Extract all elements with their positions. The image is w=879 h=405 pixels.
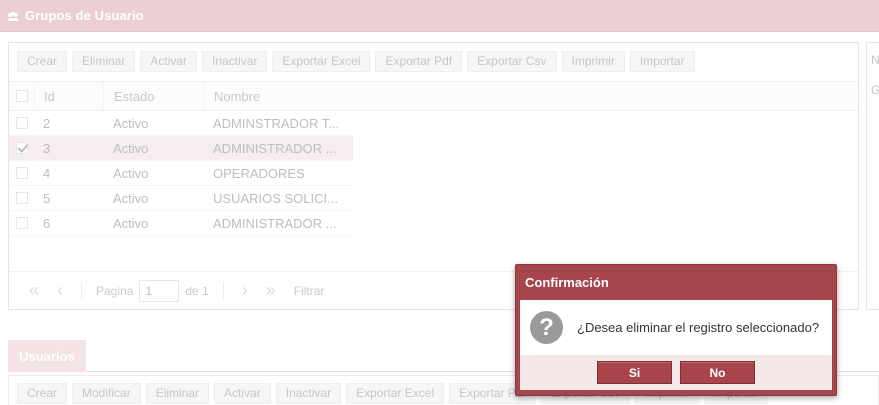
question-icon: ? [530,311,563,344]
table-row[interactable]: 4 Activo OPERADORES [9,161,353,186]
select-all-checkbox[interactable] [9,90,34,102]
row-checkbox[interactable] [9,192,34,204]
cell-estado: Activo [113,140,149,156]
page-input[interactable]: 1 [139,279,180,302]
row-checkbox[interactable] [9,217,34,229]
exportar-csv-button[interactable]: Exportar Csv [467,51,557,72]
cell-estado: Activo [113,190,149,206]
table-row-selected[interactable]: 3 Activo ADMINISTRADOR ... [9,136,353,161]
filter-button[interactable]: Filtrar [294,284,325,298]
last-page-icon[interactable]: » [258,280,284,301]
table-row[interactable]: 5 Activo USUARIOS SOLICI... [9,186,353,211]
next-page-icon[interactable]: › [232,280,258,301]
crear-button[interactable]: Crear [17,51,68,72]
exportar-excel-button[interactable]: Exportar Excel [272,51,371,72]
users-group-icon [6,9,20,23]
side-label-1: N [871,53,879,67]
cell-nombre: USUARIOS SOLICI... [213,190,338,206]
cell-id: 5 [43,190,51,206]
yes-button[interactable]: Si [597,361,672,384]
inactivar-button[interactable]: Inactivar [275,383,342,404]
confirmation-dialog: Confirmación ? ¿Desea eliminar el regist… [515,264,837,396]
page-of-label: de 1 [185,283,209,298]
dialog-footer: Si No [520,355,832,390]
grid-header: Id Estado Nombre [9,81,858,111]
cell-nombre: OPERADORES [213,165,305,181]
column-header-id[interactable]: Id [34,82,103,110]
cell-estado: Activo [113,165,149,181]
dialog-body: ? ¿Desea eliminar el registro selecciona… [520,300,832,355]
exportar-pdf-button[interactable]: Exportar Pdf [375,51,463,72]
dialog-title: Confirmación [525,275,609,290]
window-title: Grupos de Usuario [25,8,144,23]
page-label: Pagina [96,283,134,298]
first-page-icon[interactable]: « [21,280,47,301]
table-row[interactable]: 2 Activo ADMINSTRADOR T... [9,111,353,136]
cell-id: 3 [43,140,51,156]
crear-button[interactable]: Crear [17,383,68,404]
inactivar-button[interactable]: Inactivar [202,51,268,72]
cell-estado: Activo [113,215,149,231]
pager-separator [81,281,82,300]
cell-nombre: ADMINISTRADOR ... [213,140,337,156]
tab-usuarios[interactable]: Usuarios [8,340,86,372]
cell-id: 6 [43,215,51,231]
window-titlebar: Grupos de Usuario [0,0,879,32]
cell-estado: Activo [113,115,149,131]
activar-button[interactable]: Activar [140,51,198,72]
table-row[interactable]: 6 Activo ADMINISTRADOR ... [9,211,353,236]
row-checkbox[interactable] [9,117,34,129]
activar-button[interactable]: Activar [214,383,271,404]
eliminar-button[interactable]: Eliminar [145,383,210,404]
row-checkbox[interactable] [9,167,34,179]
grupos-grid: Id Estado Nombre 2 Activo ADMINSTRADOR T… [9,81,858,236]
cell-id: 2 [43,115,51,131]
pager-separator [222,281,224,300]
grupos-toolbar: Crear Eliminar Activar Inactivar Exporta… [17,51,695,72]
exportar-excel-button[interactable]: Exportar Excel [346,383,445,404]
column-header-nombre[interactable]: Nombre [203,82,353,110]
cell-id: 4 [43,165,51,181]
detail-side-panel: N G [866,42,879,310]
cell-nombre: ADMINSTRADOR T... [213,115,340,131]
row-checkbox[interactable] [9,142,34,154]
dialog-message: ¿Desea eliminar el registro seleccionado… [577,320,820,335]
modificar-button[interactable]: Modificar [72,383,141,404]
column-header-estado[interactable]: Estado [103,82,203,110]
side-label-2: G [871,83,879,97]
eliminar-button[interactable]: Eliminar [72,51,136,72]
no-button[interactable]: No [680,361,755,384]
prev-page-icon[interactable]: ‹ [47,280,73,301]
importar-button[interactable]: Importar [629,51,695,72]
cell-nombre: ADMINISTRADOR ... [213,215,337,231]
imprimir-button[interactable]: Imprimir [561,51,625,72]
